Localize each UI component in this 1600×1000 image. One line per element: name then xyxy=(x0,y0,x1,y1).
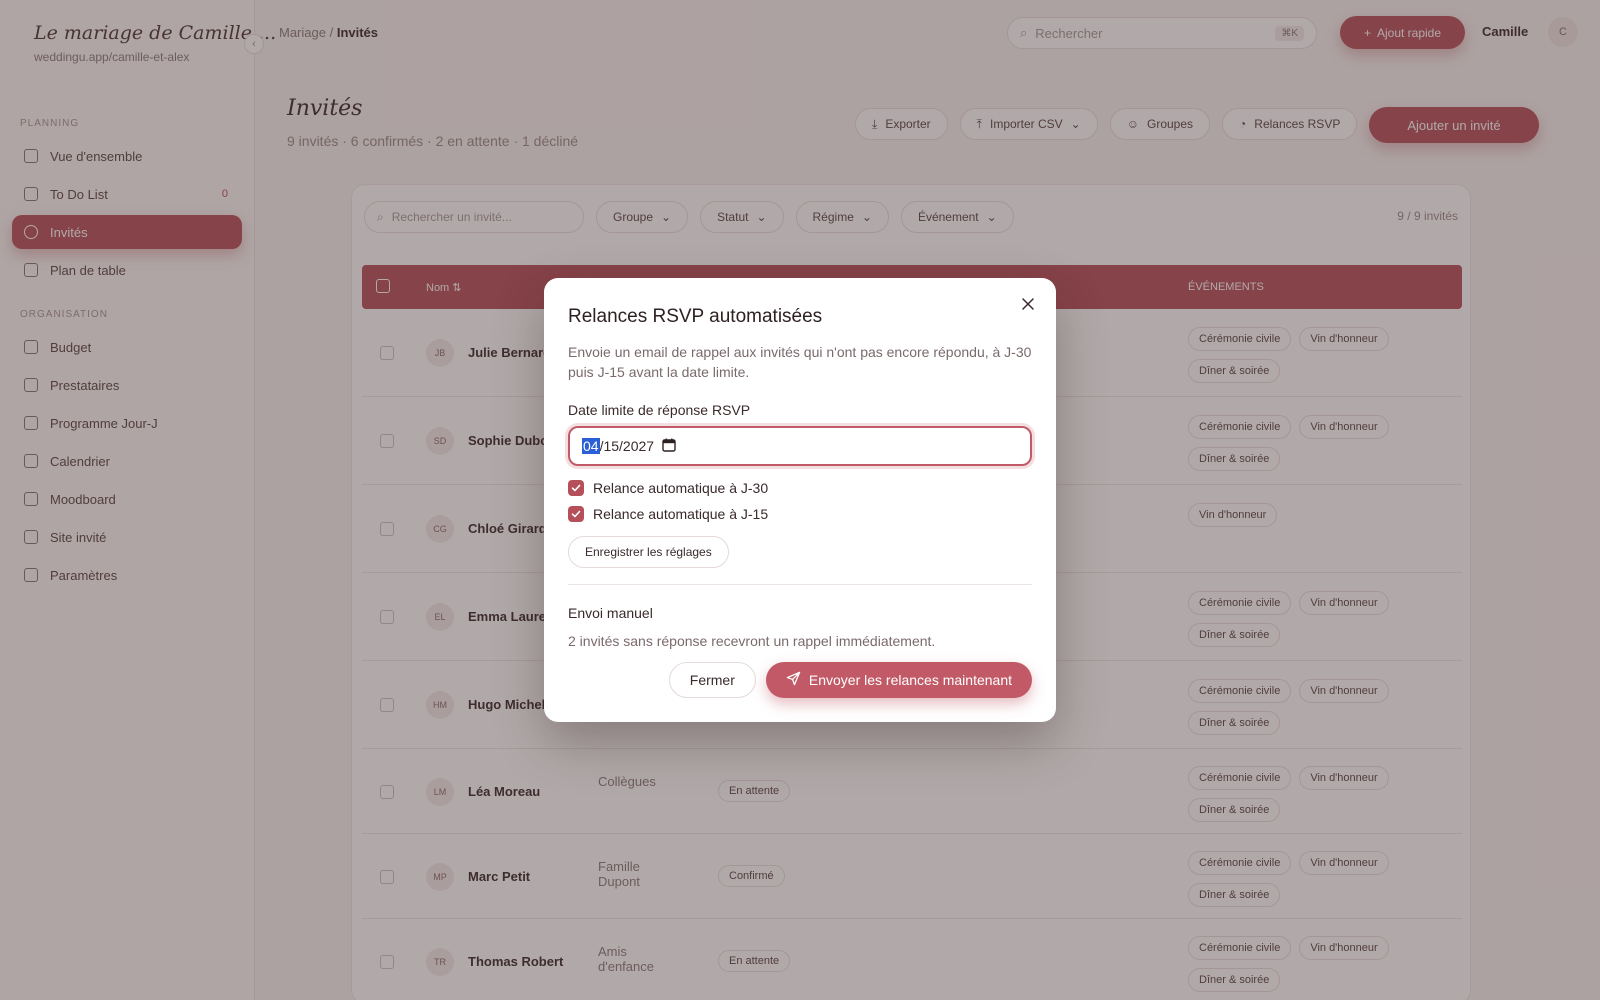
calendar-icon[interactable] xyxy=(662,438,676,455)
send-icon xyxy=(786,671,801,689)
rsvp-reminders-dialog: Relances RSVP automatisées Envoie un ema… xyxy=(544,278,1056,722)
close-button[interactable]: Fermer xyxy=(668,662,756,698)
checkbox-checked[interactable] xyxy=(568,480,584,496)
date-day-year-segment[interactable]: /15/2027 xyxy=(600,438,655,454)
manual-send-text: 2 invités sans réponse recevront un rapp… xyxy=(568,633,936,649)
send-reminders-label: Envoyer les relances maintenant xyxy=(808,672,1012,688)
rsvp-deadline-input[interactable]: 04 /15/2027 xyxy=(568,426,1032,466)
reminder-j15-toggle[interactable]: Relance automatique à J-15 xyxy=(568,506,1032,522)
manual-send-title: Envoi manuel xyxy=(568,605,653,621)
dialog-footer: Fermer Envoyer les relances maintenant xyxy=(668,662,1032,698)
reminder-j30-toggle[interactable]: Relance automatique à J-30 xyxy=(568,480,1032,496)
send-reminders-button[interactable]: Envoyer les relances maintenant xyxy=(765,662,1032,698)
reminder-j30-label: Relance automatique à J-30 xyxy=(593,480,769,496)
close-icon[interactable] xyxy=(1016,292,1040,316)
reminder-j15-label: Relance automatique à J-15 xyxy=(593,506,769,522)
dialog-title: Relances RSVP automatisées xyxy=(568,306,823,327)
date-month-segment[interactable]: 04 xyxy=(582,438,600,454)
rsvp-deadline-label: Date limite de réponse RSVP xyxy=(568,402,751,418)
divider xyxy=(568,584,1032,585)
checkbox-checked[interactable] xyxy=(568,506,584,522)
save-settings-button[interactable]: Enregistrer les réglages xyxy=(568,536,729,568)
dialog-description: Envoie un email de rappel aux invités qu… xyxy=(568,344,1032,380)
